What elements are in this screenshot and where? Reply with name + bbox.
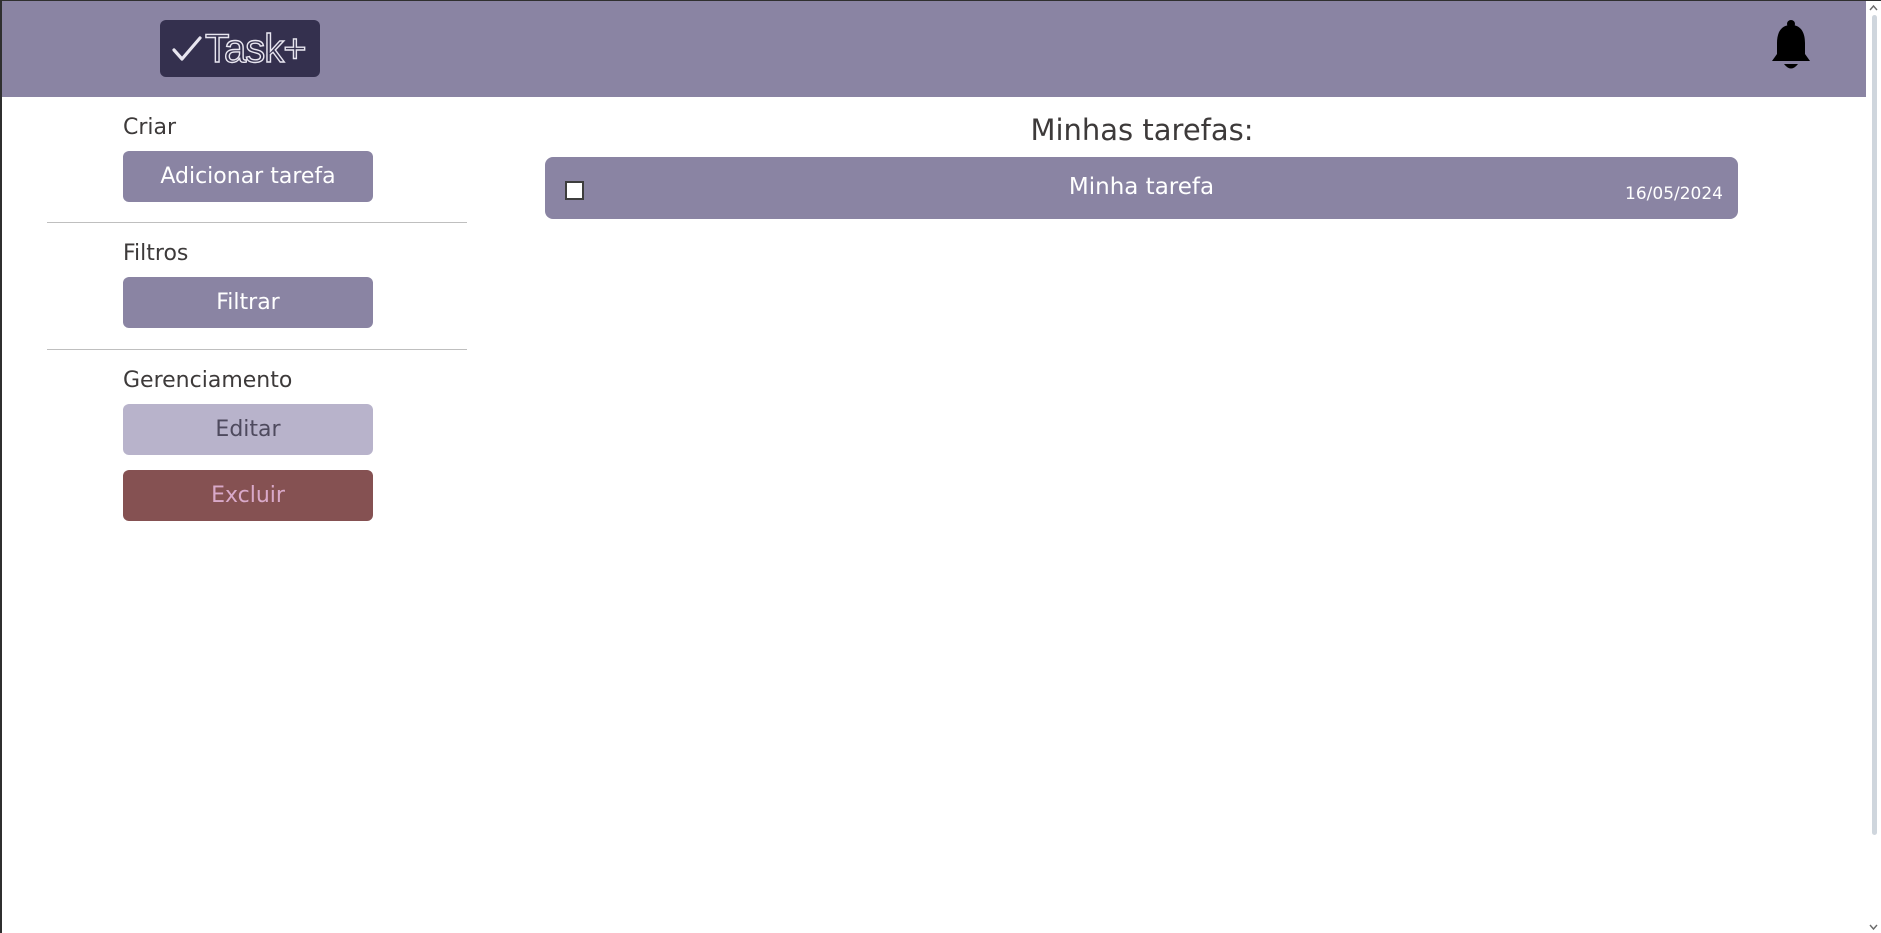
sidebar-divider: [47, 222, 467, 223]
delete-button[interactable]: Excluir: [123, 470, 373, 521]
scrollbar-thumb[interactable]: [1872, 15, 1877, 835]
top-navbar: Task+: [2, 1, 1868, 97]
filters-section-label: Filtros: [123, 241, 189, 266]
sidebar-divider: [47, 349, 467, 350]
filter-button[interactable]: Filtrar: [123, 277, 373, 328]
bell-icon[interactable]: [1769, 19, 1813, 73]
task-title: Minha tarefa: [1068, 174, 1215, 200]
add-task-button[interactable]: Adicionar tarefa: [123, 151, 373, 202]
task-item[interactable]: Minha tarefa 16/05/2024: [545, 157, 1738, 219]
scroll-up-icon[interactable]: [1868, 3, 1879, 13]
page-title: Minhas tarefas:: [1030, 113, 1254, 147]
app-logo[interactable]: Task+: [160, 20, 320, 77]
app-page: Task+ Criar Adicionar tarefa Filtros Fil…: [0, 0, 1881, 933]
create-section-label: Criar: [123, 115, 177, 140]
check-icon: [172, 35, 202, 61]
edit-button[interactable]: Editar: [123, 404, 373, 455]
logo-text: Task+: [204, 26, 307, 71]
management-section-label: Gerenciamento: [123, 368, 293, 393]
scroll-down-icon[interactable]: [1868, 922, 1879, 932]
task-date: 16/05/2024: [1625, 184, 1723, 204]
vertical-scrollbar[interactable]: [1866, 1, 1881, 933]
